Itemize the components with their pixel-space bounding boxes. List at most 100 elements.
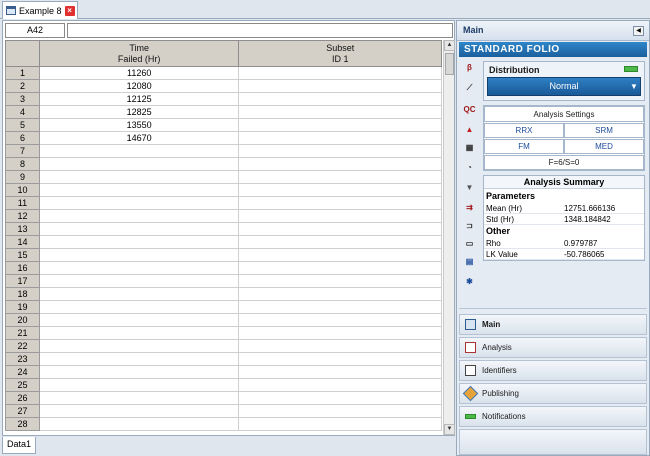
cell-subset-id[interactable] <box>238 105 442 119</box>
nav-publishing[interactable]: Publishing <box>459 383 647 404</box>
vertical-scrollbar[interactable]: ▲ ▼ <box>443 40 455 435</box>
table-row[interactable]: 22 <box>5 339 442 353</box>
cell-time-failed[interactable] <box>38 261 240 275</box>
row-header[interactable]: 25 <box>5 378 40 392</box>
fisher-matrix-option[interactable]: FM <box>484 139 564 154</box>
cell-subset-id[interactable] <box>238 222 442 236</box>
nav-analysis[interactable]: Analysis <box>459 337 647 358</box>
cell-time-failed[interactable]: 14670 <box>38 131 240 145</box>
row-header[interactable]: 23 <box>5 352 40 366</box>
cell-time-failed[interactable] <box>38 196 240 210</box>
row-header[interactable]: 26 <box>5 391 40 405</box>
cell-subset-id[interactable] <box>238 79 442 93</box>
cell-subset-id[interactable] <box>238 417 442 431</box>
cell-time-failed[interactable] <box>38 183 240 197</box>
row-header[interactable]: 15 <box>5 248 40 262</box>
column-header-time-failed[interactable]: Time Failed (Hr) <box>38 40 240 67</box>
row-header[interactable]: 5 <box>5 118 40 132</box>
row-header[interactable]: 17 <box>5 274 40 288</box>
grid-corner[interactable] <box>5 40 40 67</box>
table-row[interactable]: 20 <box>5 313 442 327</box>
distribution-select[interactable]: Normal ▼ <box>487 77 641 96</box>
row-header[interactable]: 16 <box>5 261 40 275</box>
cell-subset-id[interactable] <box>238 274 442 288</box>
chart-icon[interactable]: ▤ <box>461 253 478 270</box>
row-header[interactable]: 22 <box>5 339 40 353</box>
table-row[interactable]: 16 <box>5 261 442 275</box>
row-header[interactable]: 7 <box>5 144 40 158</box>
cell-subset-id[interactable] <box>238 300 442 314</box>
cell-subset-id[interactable] <box>238 326 442 340</box>
standard-rank-method-option[interactable]: SRM <box>564 123 644 138</box>
table-row[interactable]: 1 11260 <box>5 66 442 80</box>
cell-subset-id[interactable] <box>238 313 442 327</box>
table-row[interactable]: 10 <box>5 183 442 197</box>
cell-subset-id[interactable] <box>238 131 442 145</box>
cell-subset-id[interactable] <box>238 248 442 262</box>
table-row[interactable]: 2 12080 <box>5 79 442 93</box>
cell-subset-id[interactable] <box>238 391 442 405</box>
row-header[interactable]: 21 <box>5 326 40 340</box>
cell-subset-id[interactable] <box>238 352 442 366</box>
cell-time-failed[interactable] <box>38 248 240 262</box>
cell-subset-id[interactable] <box>238 92 442 106</box>
cell-time-failed[interactable]: 13550 <box>38 118 240 132</box>
close-icon[interactable]: × <box>64 5 75 16</box>
cell-time-failed[interactable] <box>38 222 240 236</box>
cell-subset-id[interactable] <box>238 339 442 353</box>
cell-time-failed[interactable]: 12080 <box>38 79 240 93</box>
cell-time-failed[interactable]: 12125 <box>38 92 240 106</box>
cell-time-failed[interactable]: 11260 <box>38 66 240 80</box>
row-header[interactable]: 3 <box>5 92 40 106</box>
table-row[interactable]: 19 <box>5 300 442 314</box>
table-row[interactable]: 28 <box>5 417 442 431</box>
row-header[interactable]: 13 <box>5 222 40 236</box>
data-grid[interactable]: Time Failed (Hr) Subset ID 1 1 11260 2 1208… <box>5 40 442 435</box>
cell-time-failed[interactable] <box>38 287 240 301</box>
formula-bar[interactable] <box>67 23 453 38</box>
cell-time-failed[interactable] <box>38 326 240 340</box>
cell-time-failed[interactable] <box>38 300 240 314</box>
table-row[interactable]: 18 <box>5 287 442 301</box>
table-row[interactable]: 4 12825 <box>5 105 442 119</box>
table-row[interactable]: 6 14670 <box>5 131 442 145</box>
transfer-icon[interactable]: ⇉ <box>461 199 478 216</box>
cell-time-failed[interactable] <box>38 170 240 184</box>
cell-subset-id[interactable] <box>238 196 442 210</box>
cell-time-failed[interactable] <box>38 274 240 288</box>
plot-icon[interactable]: ▲ <box>461 121 478 138</box>
row-header[interactable]: 14 <box>5 235 40 249</box>
gauge-icon[interactable]: ◔ <box>461 159 478 176</box>
column-header-subset-id[interactable]: Subset ID 1 <box>238 40 442 67</box>
cell-subset-id[interactable] <box>238 170 442 184</box>
cell-time-failed[interactable] <box>38 378 240 392</box>
table-row[interactable]: 26 <box>5 391 442 405</box>
cell-subset-id[interactable] <box>238 365 442 379</box>
cell-time-failed[interactable] <box>38 339 240 353</box>
panel-collapse-button[interactable]: ◀ <box>633 26 644 36</box>
probability-plot-icon[interactable]: ⟋ <box>461 79 478 96</box>
row-header[interactable]: 12 <box>5 209 40 223</box>
row-header[interactable]: 2 <box>5 79 40 93</box>
table-row[interactable]: 13 <box>5 222 442 236</box>
analysis-settings-title[interactable]: Analysis Settings <box>484 106 644 122</box>
cell-time-failed[interactable] <box>38 404 240 418</box>
sheet-tab-data1[interactable]: Data1 <box>2 437 36 454</box>
table-row[interactable]: 11 <box>5 196 442 210</box>
row-header[interactable]: 10 <box>5 183 40 197</box>
rectangle-icon[interactable]: ▭ <box>461 235 478 252</box>
cell-subset-id[interactable] <box>238 144 442 158</box>
table-row[interactable]: 24 <box>5 365 442 379</box>
cell-subset-id[interactable] <box>238 157 442 171</box>
scroll-down-button[interactable]: ▼ <box>444 424 455 435</box>
cell-subset-id[interactable] <box>238 404 442 418</box>
cell-subset-id[interactable] <box>238 66 442 80</box>
panel-splitter[interactable] <box>459 308 647 312</box>
quick-calculation-pad-icon[interactable]: QC <box>461 101 478 118</box>
cell-time-failed[interactable]: 12825 <box>38 105 240 119</box>
row-header[interactable]: 1 <box>5 66 40 80</box>
cell-reference-box[interactable]: A42 <box>5 23 65 38</box>
table-row[interactable]: 9 <box>5 170 442 184</box>
row-header[interactable]: 27 <box>5 404 40 418</box>
cell-time-failed[interactable] <box>38 144 240 158</box>
